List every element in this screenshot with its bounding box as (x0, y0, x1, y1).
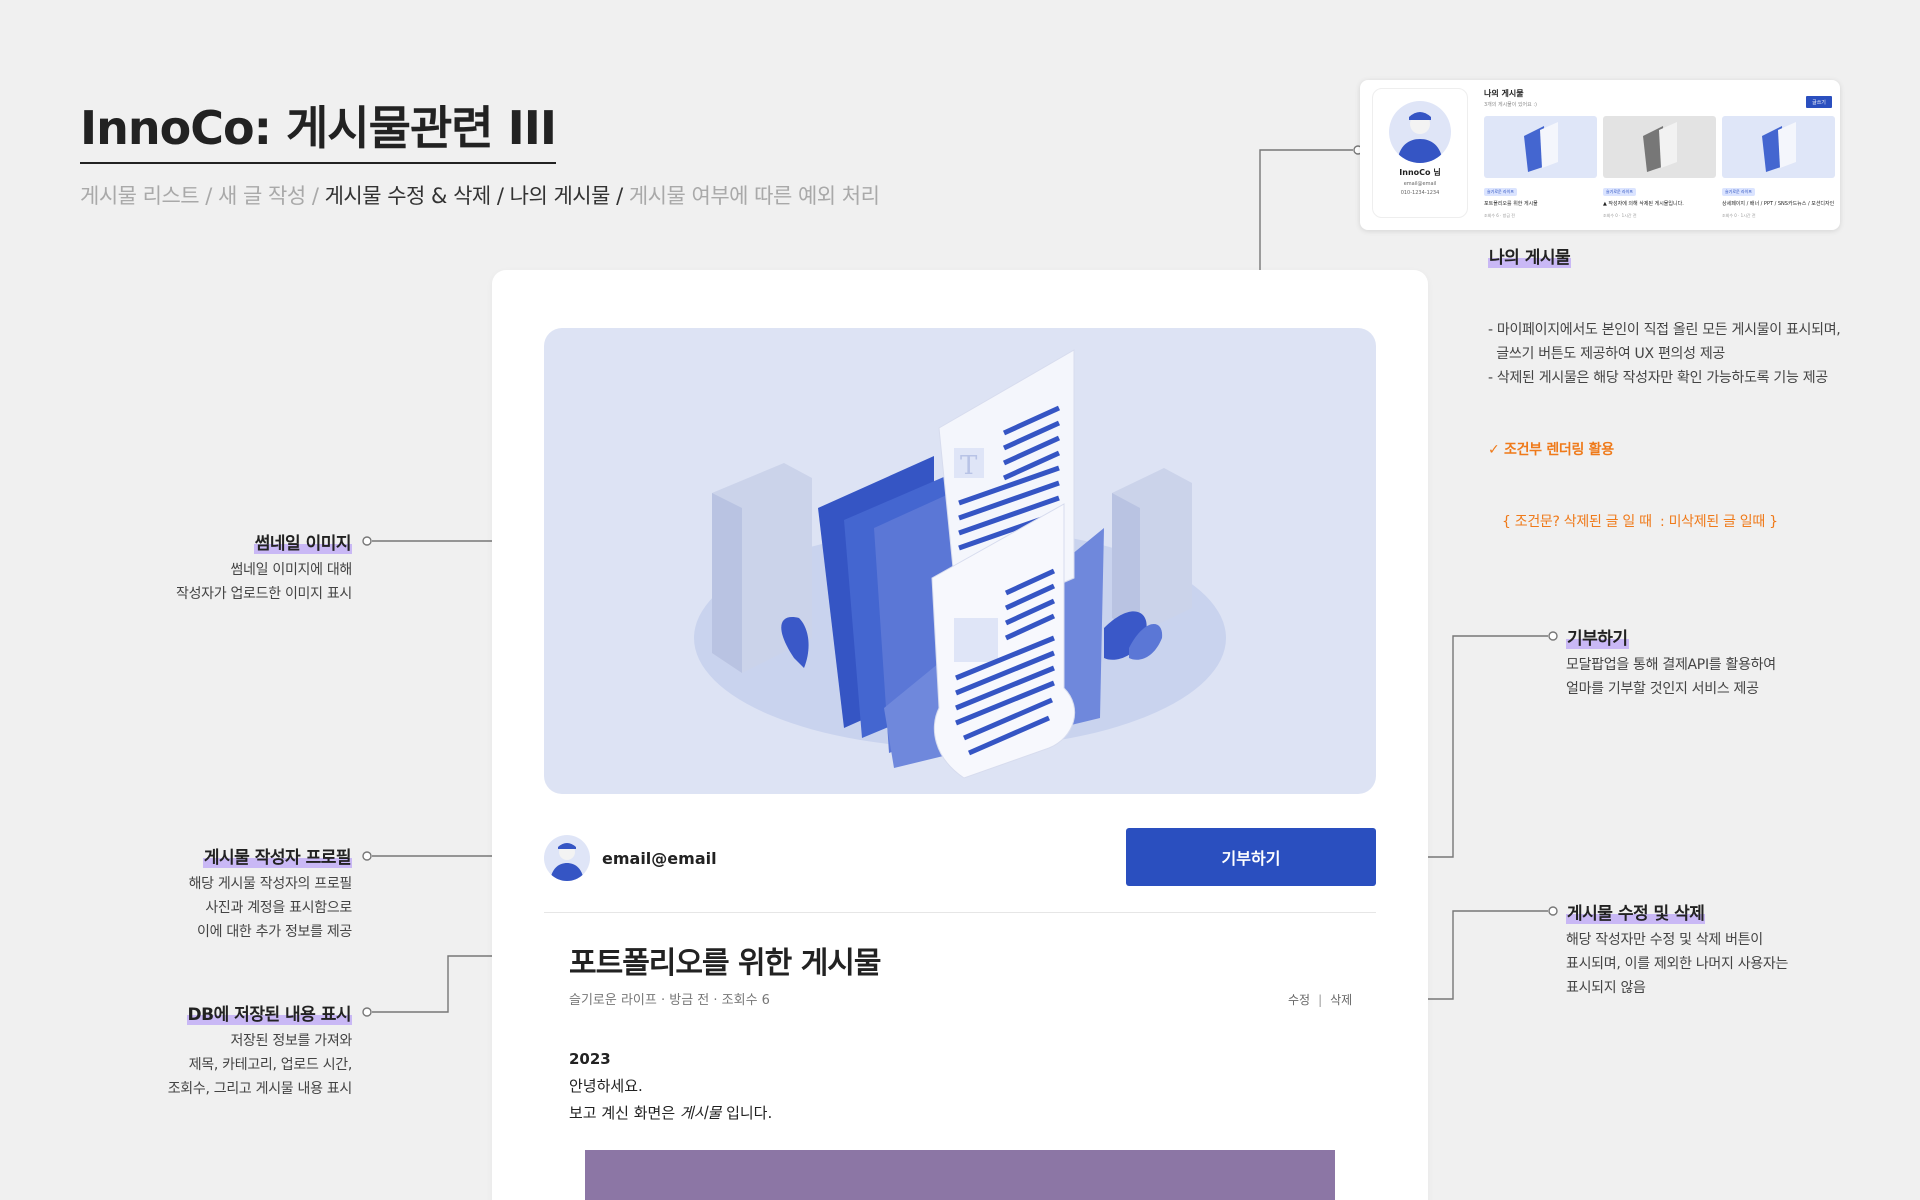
documents-illustration: T (694, 349, 1226, 779)
body-image (585, 1150, 1335, 1200)
anno-highlight-1: ✓ 조건부 렌더링 활용 (1488, 442, 1614, 458)
mini-card[interactable]: 슬기로운 라이프 상세페이지 / 배너 / PPT / SNS카드뉴스 / 모션… (1722, 116, 1835, 219)
avatar[interactable] (544, 835, 590, 881)
post-actions: 수정 | 삭제 (1288, 991, 1352, 1008)
crumb-inactive-2[interactable]: 게시물 여부에 따른 예외 처리 (629, 184, 880, 208)
mini-profile-card: InnoCo 님 email@email 010-1234-1234 (1372, 88, 1468, 218)
edit-button[interactable]: 수정 (1288, 991, 1310, 1008)
crumb-active[interactable]: 게시물 수정 & 삭제 / 나의 게시물 / (325, 184, 629, 208)
body-line-2: 보고 계신 화면은 게시물 입니다. (569, 1104, 773, 1122)
anno-author-title: 게시물 작성자 프로필 (202, 843, 352, 868)
divider (544, 912, 1376, 913)
mini-card-deleted[interactable]: 슬기로운 라이프 ▲ 작성자에 의해 삭제된 게시물입니다. 조회수 0 · 1… (1603, 116, 1716, 219)
anno-my-posts-desc: - 마이페이지에서도 본인이 직접 올린 모든 게시물이 표시되며, 글쓰기 버… (1488, 270, 1841, 558)
author-profile[interactable]: email@email (544, 835, 717, 881)
anno-edit-title: 게시물 수정 및 삭제 (1566, 899, 1706, 924)
mini-card[interactable]: 슬기로운 라이프 포트폴리오를 위한 게시물 조회수 6 · 방금 전 (1484, 116, 1597, 219)
post-body: 2023 안녕하세요. 보고 계신 화면은 게시물 입니다. (569, 1046, 772, 1127)
anno-donate-title: 기부하기 (1566, 624, 1629, 649)
donate-button[interactable]: 기부하기 (1126, 828, 1376, 886)
anno-edit-desc: 해당 작성자만 수정 및 삭제 버튼이 표시되며, 이를 제외한 나머지 사용자는… (1566, 932, 1789, 996)
anno-my-posts-title: 나의 게시물 (1488, 243, 1572, 268)
body-year: 2023 (569, 1050, 611, 1068)
crumb-inactive-1[interactable]: 게시물 리스트 / 새 글 작성 / (80, 184, 325, 208)
my-posts-preview: InnoCo 님 email@email 010-1234-1234 나의 게시… (1360, 80, 1840, 230)
author-email[interactable]: email@email (602, 849, 717, 868)
body-line-1: 안녕하세요. (569, 1077, 643, 1095)
page-title: InnoCo: 게시물관련 III (80, 92, 557, 164)
thumbnail-image: T (544, 328, 1376, 794)
breadcrumb: 게시물 리스트 / 새 글 작성 / 게시물 수정 & 삭제 / 나의 게시물 … (80, 180, 880, 210)
mini-heading: 나의 게시물 (1484, 89, 1524, 98)
post-meta: 슬기로운 라이프 · 방금 전 · 조회수 6 (569, 993, 770, 1008)
anno-donate-desc: 모달팝업을 통해 결제API를 활용하여 얼마를 기부할 것인지 서비스 제공 (1566, 657, 1776, 697)
mini-email: email@email (1403, 181, 1437, 187)
anno-thumbnail-title: 썸네일 이미지 (253, 529, 352, 554)
mini-subheading: 3개의 게시물이 있어요 :) (1484, 102, 1537, 108)
mini-card-list: 슬기로운 라이프 포트폴리오를 위한 게시물 조회수 6 · 방금 전 슬기로운… (1484, 116, 1835, 219)
anno-author-desc: 해당 게시물 작성자의 프로필 사진과 계정을 표시함으로 이에 대한 추가 정보를… (188, 876, 353, 940)
mini-thumb (1484, 116, 1597, 178)
anno-thumbnail-desc: 썸네일 이미지에 대해 작성자가 업로드한 이미지 표시 (176, 562, 352, 602)
anno-db-title: DB에 저장된 내용 표시 (186, 1000, 352, 1025)
anno-db-desc: 저장된 정보를 가져와 제목, 카테고리, 업로드 시간, 조회수, 그리고 게시물… (167, 1033, 353, 1097)
mini-thumb (1603, 116, 1716, 178)
anno-highlight-2: { 조건문? 삭제된 글 일 때 : 미삭제된 글 일때 } (1502, 514, 1778, 530)
post-detail-card: T email@email 기부하기 포트폴리오를 위한 게시물 슬기로운 라이… (492, 270, 1428, 1200)
mini-phone: 010-1234-1234 (1400, 190, 1440, 196)
post-title: 포트폴리오를 위한 게시물 (569, 946, 881, 981)
svg-text:T: T (960, 451, 978, 481)
mini-name: InnoCo 님 (1399, 168, 1441, 177)
mini-avatar (1389, 101, 1451, 163)
delete-button[interactable]: 삭제 (1330, 991, 1352, 1008)
mini-thumb (1722, 116, 1835, 178)
action-separator: | (1318, 992, 1323, 1007)
mini-write-button[interactable]: 글쓰기 (1806, 96, 1832, 108)
